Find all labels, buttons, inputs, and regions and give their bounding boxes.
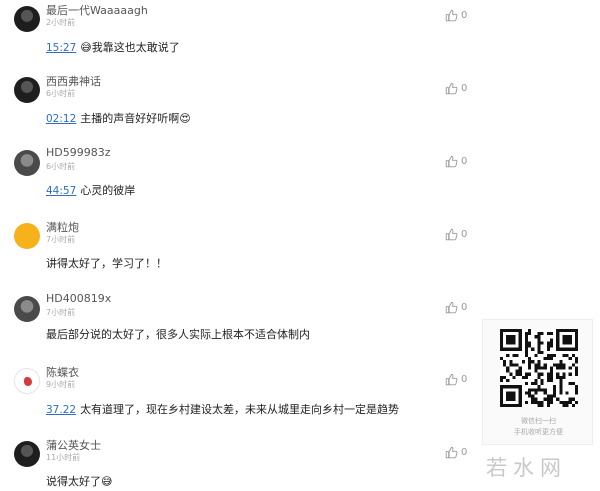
comment-time: 6小时前	[46, 162, 76, 171]
thumbs-up-icon	[445, 9, 458, 21]
like-count: 0	[461, 155, 468, 167]
like-button[interactable]: 0	[445, 81, 475, 95]
comment-body: 主播的声音好好听啊😍	[80, 112, 191, 125]
comment-time: 7小时前	[46, 308, 76, 317]
avatar[interactable]	[14, 296, 40, 322]
avatar[interactable]	[14, 441, 40, 467]
timestamp-link[interactable]: 15:27	[46, 42, 76, 54]
comment-author[interactable]: 西西弗神话	[46, 73, 101, 89]
like-button[interactable]: 0	[445, 300, 475, 314]
comment-body: 心灵的彼岸	[80, 184, 136, 197]
thumbs-up-icon	[445, 301, 458, 313]
like-count: 0	[461, 228, 468, 240]
like-count: 0	[461, 9, 468, 21]
thumbs-up-icon	[445, 82, 458, 94]
comment-text: 44:57 心灵的彼岸	[46, 182, 135, 198]
comment-body: 太有道理了，现在乡村建设太差，未来从城里走向乡村一定是趋势	[80, 403, 400, 416]
like-count: 0	[461, 82, 468, 94]
comment-author[interactable]: 蒲公英女士	[46, 437, 101, 453]
qr-panel: 微信扫一扫 手机收听更方便	[482, 319, 593, 445]
comment-time: 6小时前	[46, 89, 76, 98]
avatar[interactable]	[14, 223, 40, 249]
comment-time: 2小时前	[46, 18, 76, 27]
like-button[interactable]: 0	[445, 372, 475, 386]
comment-text: 最后部分说的太好了，很多人实际上根本不适合体制内	[46, 326, 310, 342]
comment-time: 9小时前	[46, 380, 76, 389]
site-watermark: 若水网	[486, 456, 567, 480]
qr-code-icon	[500, 329, 578, 407]
comment-text: 讲得太好了，学习了！！	[46, 255, 167, 271]
avatar[interactable]	[14, 77, 40, 103]
qr-caption-scan: 微信扫一扫	[521, 417, 556, 425]
avatar[interactable]	[14, 150, 40, 176]
comment-text: 37.22 太有道理了，现在乡村建设太差，未来从城里走向乡村一定是趋势	[46, 401, 399, 417]
comment-author[interactable]: HD400819x	[46, 292, 111, 305]
comment-body: 讲得太好了，学习了！！	[46, 257, 167, 270]
avatar[interactable]	[14, 6, 40, 32]
thumbs-up-icon	[445, 446, 458, 458]
comment-text: 02:12 主播的声音好好听啊😍	[46, 110, 191, 126]
timestamp-link[interactable]: 37.22	[46, 404, 76, 416]
comment-text: 15:27 😅我靠这也太敢说了	[46, 39, 180, 55]
timestamp-link[interactable]: 02:12	[46, 113, 76, 125]
comment-body: 最后部分说的太好了，很多人实际上根本不适合体制内	[46, 328, 310, 341]
qr-caption-mobile: 手机收听更方便	[514, 428, 563, 436]
thumbs-up-icon	[445, 155, 458, 167]
like-button[interactable]: 0	[445, 227, 475, 241]
timestamp-link[interactable]: 44:57	[46, 185, 76, 197]
comment-author[interactable]: 陈蝶衣	[46, 364, 79, 380]
thumbs-up-icon	[445, 373, 458, 385]
comment-author[interactable]: HD599983z	[46, 146, 111, 159]
comment-author[interactable]: 满粒炮	[46, 219, 79, 235]
like-count: 0	[461, 373, 468, 385]
comment-text: 说得太好了😅	[46, 473, 112, 489]
comment-author[interactable]: 最后一代Waaaaagh	[46, 2, 148, 18]
like-count: 0	[461, 301, 468, 313]
comment-body: 😅我靠这也太敢说了	[80, 41, 180, 54]
comment-time: 11小时前	[46, 453, 81, 462]
like-count: 0	[461, 446, 468, 458]
like-button[interactable]: 0	[445, 8, 475, 22]
like-button[interactable]: 0	[445, 154, 475, 168]
comment-body: 说得太好了😅	[46, 475, 113, 488]
like-button[interactable]: 0	[445, 445, 475, 459]
avatar[interactable]	[14, 368, 40, 394]
comment-time: 7小时前	[46, 235, 76, 244]
thumbs-up-icon	[445, 228, 458, 240]
